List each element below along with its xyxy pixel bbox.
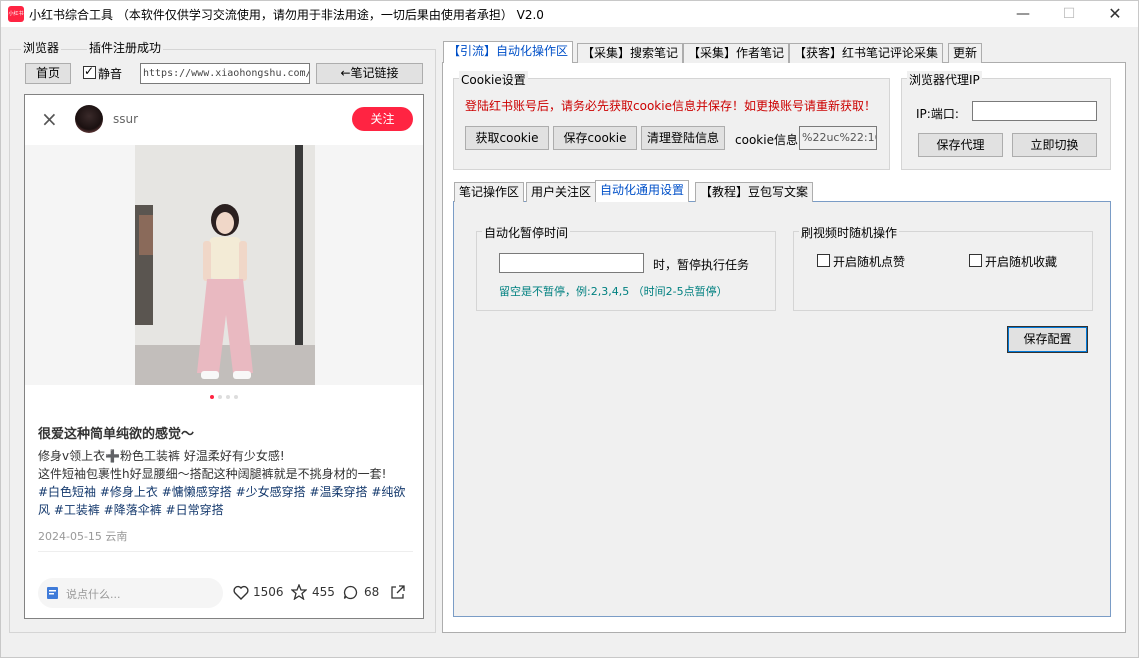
random-like-label: 开启随机点赞 [833, 255, 906, 269]
mute-label: 静音 [98, 67, 123, 81]
pause-suffix-label: 时，暂停执行任务 [653, 258, 750, 272]
random-collect-checkbox[interactable] [969, 254, 982, 267]
cookie-group: Cookie设置 [453, 71, 890, 170]
cookie-info-label: cookie信息 [735, 133, 798, 147]
comment-count: 68 [364, 585, 380, 599]
tab-search-notes[interactable]: 【采集】搜索笔记 [577, 43, 684, 63]
post-tags[interactable]: #白色短袖 #修身上衣 #慵懒感穿搭 #少女感穿搭 #温柔穿搭 #纯欲 [38, 483, 405, 500]
carousel-dot-active[interactable] [210, 395, 214, 399]
close-window-button[interactable]: ✕ [1092, 1, 1138, 27]
post-date: 2024-05-15 云南 [38, 530, 128, 543]
post-title: 很爱这种简单纯欲的感觉～ [38, 427, 195, 442]
tab-author-notes[interactable]: 【采集】作者笔记 [683, 43, 790, 63]
post-text-line: 修身v领上衣➕粉色工装裤 好温柔好有少女感! [38, 449, 285, 463]
like-count: 1506 [253, 585, 284, 599]
comment-placeholder: 说点什么... [66, 588, 121, 601]
share-icon[interactable] [390, 584, 406, 600]
username[interactable]: ssur [113, 112, 138, 126]
plugin-status-label: 插件注册成功 [87, 39, 164, 56]
subtab-tutorial[interactable]: 【教程】豆包写文案 [695, 182, 814, 202]
url-input[interactable]: https://www.xiaohongshu.com/ [140, 63, 310, 84]
carousel-dot[interactable] [218, 395, 222, 399]
tab-comment-collect[interactable]: 【获客】红书笔记评论采集 [789, 43, 944, 63]
get-cookie-button[interactable]: 获取cookie [465, 126, 549, 150]
random-action-group: 刷视频时随机操作 [793, 224, 1093, 311]
proxy-ip-input[interactable] [972, 101, 1097, 121]
random-collect-label: 开启随机收藏 [985, 255, 1058, 269]
pause-group-title: 自动化暂停时间 [482, 224, 571, 241]
maximize-button[interactable]: ☐ [1046, 1, 1092, 27]
mute-checkbox[interactable] [83, 64, 96, 79]
pause-hint: 留空是不暂停，例:2,3,4,5 （时间2-5点暂停） [499, 285, 728, 298]
window-title: 小红书综合工具 （本软件仅供学习交流使用，请勿用于非法用途，一切后果由使用者承担… [29, 8, 544, 22]
comment-input[interactable]: 说点什么... [38, 578, 223, 608]
subtab-user-follow[interactable]: 用户关注区 [526, 182, 597, 202]
post-text-line: 这件短袖包裹性h好显腰细～搭配这种阔腿裤就是不挑身材的一套! [38, 467, 387, 481]
proxy-group-title: 浏览器代理IP [907, 71, 982, 88]
save-config-button[interactable]: 保存配置 [1007, 326, 1088, 353]
subtab-note-operation[interactable]: 笔记操作区 [454, 182, 525, 202]
carousel-dot[interactable] [234, 395, 238, 399]
save-proxy-button[interactable]: 保存代理 [918, 133, 1003, 157]
random-like-checkbox[interactable] [817, 254, 830, 267]
minimize-button[interactable]: — [1000, 1, 1046, 27]
browser-group-title: 浏览器 [21, 39, 62, 56]
proxy-ip-label: IP:端口: [916, 107, 959, 121]
star-icon[interactable] [291, 584, 307, 600]
pause-hours-input[interactable] [499, 253, 644, 273]
cookie-warning: 登陆红书账号后，请务必先获取cookie信息并保存！如更换账号请重新获取！ [465, 99, 876, 113]
note-link-button[interactable]: ←笔记链接 [316, 63, 423, 84]
cookie-group-title: Cookie设置 [459, 71, 528, 88]
heart-icon[interactable] [233, 585, 249, 600]
title-bar: 小红书 小红书综合工具 （本软件仅供学习交流使用，请勿用于非法用途，一切后果由使… [1, 1, 1138, 27]
close-post-icon[interactable]: × [41, 107, 58, 131]
comment-icon[interactable] [343, 585, 358, 600]
clear-login-button[interactable]: 清理登陆信息 [641, 126, 725, 150]
random-action-group-title: 刷视频时随机操作 [799, 224, 900, 241]
switch-proxy-button[interactable]: 立即切换 [1012, 133, 1097, 157]
divider [38, 551, 413, 552]
tab-update[interactable]: 更新 [948, 43, 983, 63]
post-tags[interactable]: 风 #工装裤 #降落伞裤 #日常穿搭 [38, 501, 224, 518]
pencil-icon [47, 587, 58, 599]
follow-button[interactable]: 关注 [352, 107, 413, 131]
tab-auto-operation[interactable]: 【引流】自动化操作区 [443, 41, 574, 63]
star-count: 455 [312, 585, 335, 599]
carousel-dot[interactable] [226, 395, 230, 399]
subtab-general-settings[interactable]: 自动化通用设置 [595, 180, 690, 202]
embedded-browser: × ssur 关注 很爱这种简单纯欲的感觉～ 修身v领上衣➕粉色工装裤 好温柔好… [24, 94, 424, 619]
avatar[interactable] [75, 105, 103, 133]
app-logo-icon: 小红书 [8, 6, 24, 22]
home-button[interactable]: 首页 [25, 63, 71, 84]
post-photo[interactable] [135, 145, 315, 385]
app-window: 小红书 小红书综合工具 （本软件仅供学习交流使用，请勿用于非法用途，一切后果由使… [0, 0, 1139, 658]
cookie-info-field[interactable]: %22uc%22:16}; [799, 126, 877, 150]
save-cookie-button[interactable]: 保存cookie [553, 126, 637, 150]
